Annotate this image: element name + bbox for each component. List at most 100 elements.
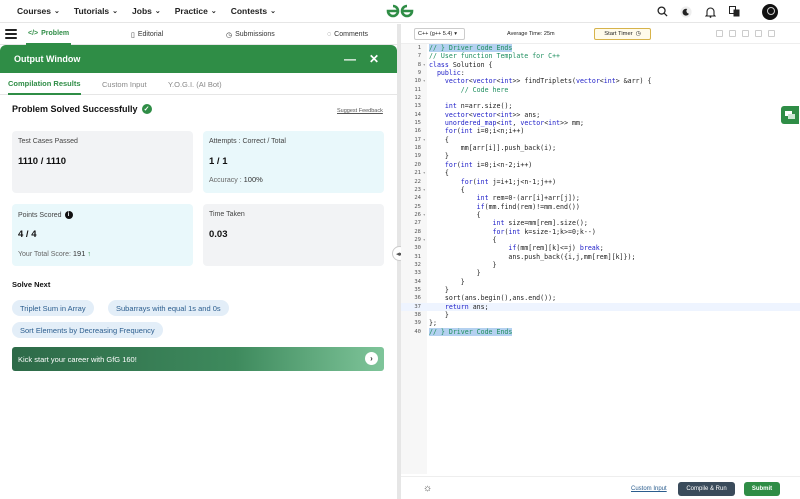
code-line[interactable]: 32 } — [401, 261, 800, 269]
code-text: if(mm[rem][k]<=j) break; — [508, 244, 604, 253]
banner-text: Kick start your career with GfG 160! — [18, 354, 137, 364]
code-line[interactable]: 33 } — [401, 269, 800, 277]
code-line[interactable]: 27 int size=mm[rem].size(); — [401, 219, 800, 227]
line-number: 10 — [414, 78, 421, 85]
chevron-right-icon[interactable]: › — [365, 352, 378, 365]
code-text: { — [429, 135, 449, 144]
tab-compilation-results[interactable]: Compilation Results — [8, 73, 81, 95]
code-line[interactable]: 40 // } Driver Code Ends — [401, 327, 800, 336]
chat-icon[interactable] — [781, 106, 799, 124]
suggestion-pill[interactable]: Triplet Sum in Array — [12, 300, 94, 316]
code-line[interactable]: 37 return ans; — [401, 302, 800, 311]
submit-button[interactable]: Submit — [744, 482, 780, 496]
card-label: Test Cases Passed — [18, 138, 78, 145]
search-icon[interactable] — [656, 6, 668, 18]
code-line[interactable]: 11 // Code here — [401, 86, 800, 94]
code-line[interactable]: 38 } — [401, 311, 800, 319]
code-line[interactable]: 29 ▾ { — [401, 236, 800, 244]
menu-tutorials[interactable]: Tutorials ⌄ — [74, 6, 118, 16]
code-line[interactable]: 17 ▾ { — [401, 136, 800, 144]
tab-yogi-ai-bot[interactable]: Y.O.G.I. (AI Bot) — [168, 73, 222, 95]
code-line[interactable]: 13 int n=arr.size(); — [401, 102, 800, 110]
output-tabs: Compilation Results Custom Input Y.O.G.I… — [0, 73, 397, 95]
suggestion-pill[interactable]: Sort Elements by Decreasing Frequency — [12, 322, 163, 338]
suggest-feedback-link[interactable]: Suggest Feedback — [337, 108, 383, 114]
fold-chevron-icon[interactable]: ▾ — [423, 186, 425, 194]
code-editor: C++ (g++ 5.4) ▾ Average Time: 25m Start T… — [401, 24, 800, 499]
bell-icon[interactable] — [704, 6, 716, 18]
code-line[interactable]: 18 mm[arr[i]].push_back(i); — [401, 144, 800, 152]
tab-submissions[interactable]: ◷ Submissions — [226, 24, 275, 45]
code-line[interactable]: 25 if(mm.find(rem)!=mm.end()) — [401, 203, 800, 211]
translate-icon[interactable] — [728, 6, 740, 18]
lightbulb-icon[interactable]: ☼ — [423, 483, 432, 494]
language-select[interactable]: C++ (g++ 5.4) ▾ — [414, 28, 465, 40]
code-text: // } Driver Code Ends — [429, 327, 513, 336]
code-line[interactable]: 12 — [401, 94, 800, 102]
code-line[interactable]: 7 // User function Template for C++ — [401, 52, 800, 60]
fold-chevron-icon[interactable]: ▾ — [423, 61, 425, 69]
custom-input-link[interactable]: Custom Input — [631, 486, 667, 492]
code-line[interactable]: 10 ▾ vector<vector<int>> findTriplets(vec… — [401, 77, 800, 85]
avatar[interactable] — [762, 3, 778, 20]
code-line[interactable]: 1 // } Driver Code Ends — [401, 44, 800, 52]
code-text: { — [429, 185, 465, 194]
code-text: }; — [429, 319, 437, 328]
menu-courses[interactable]: Courses ⌄ — [17, 6, 60, 16]
code-text: } — [429, 269, 481, 278]
menu-contests[interactable]: Contests ⌄ — [231, 6, 276, 16]
settings-icon[interactable] — [742, 30, 749, 37]
code-line[interactable]: 39}; — [401, 319, 800, 327]
code-line[interactable]: 14 vector<vector<int>> ans; — [401, 111, 800, 119]
menu-practice[interactable]: Practice ⌄ — [175, 6, 217, 16]
code-line[interactable]: 22 for(int j=i+1;j<n-1;j++) — [401, 178, 800, 186]
code-line[interactable]: 30 if(mm[rem][k]<=j) break; — [401, 244, 800, 252]
code-area[interactable]: 1 // } Driver Code Ends 7 // User function … — [401, 44, 800, 336]
code-line[interactable]: 15 unordered_map<int, vector<int>> mm; — [401, 119, 800, 127]
code-line[interactable]: 36 sort(ans.begin(),ans.end()); — [401, 294, 800, 302]
chevron-down-icon: ⌄ — [154, 8, 161, 15]
tab-custom-input[interactable]: Custom Input — [102, 73, 147, 95]
code-line[interactable]: 19 } — [401, 152, 800, 160]
code-line[interactable]: 35 } — [401, 286, 800, 294]
tab-editorial[interactable]: ▯ Editorial — [131, 24, 163, 45]
code-line[interactable]: 26 ▾ { — [401, 211, 800, 219]
tab-comments[interactable]: ◌ Comments — [327, 24, 368, 45]
code-line[interactable]: 21 ▾ { — [401, 169, 800, 177]
start-timer-button[interactable]: Start Timer ◷ — [594, 28, 651, 40]
gfg-logo[interactable] — [384, 2, 416, 20]
code-line[interactable]: 16 for(int i=0;i<n;i++) — [401, 127, 800, 135]
hamburger-menu-icon[interactable] — [5, 29, 17, 39]
reset-icon[interactable] — [729, 30, 736, 37]
fold-chevron-icon[interactable]: ▾ — [423, 169, 425, 177]
tab-problem[interactable]: </> Problem — [26, 24, 72, 45]
fullscreen-icon[interactable] — [768, 30, 775, 37]
fold-chevron-icon[interactable]: ▾ — [423, 236, 425, 244]
menu-jobs[interactable]: Jobs ⌄ — [132, 6, 161, 16]
code-line[interactable]: 24 int rem=0-(arr[i]+arr[j]); — [401, 194, 800, 202]
refresh-icon[interactable] — [755, 30, 762, 37]
copy-icon[interactable] — [716, 30, 723, 37]
chevron-down-icon: ⌄ — [270, 8, 276, 15]
line-number: 17 — [414, 136, 421, 143]
menu-label: Jobs — [132, 6, 152, 16]
line-number: 21 — [414, 170, 421, 177]
minimize-icon[interactable]: — — [344, 53, 356, 65]
gfg160-banner[interactable]: Kick start your career with GfG 160! › — [12, 347, 384, 371]
code-line[interactable]: 9 public: — [401, 69, 800, 77]
code-text: int n=arr.size(); — [444, 102, 513, 111]
info-icon[interactable]: i — [64, 211, 73, 219]
code-line[interactable]: 31 ans.push_back({i,j,mm[rem][k]}); — [401, 253, 800, 261]
dark-mode-icon[interactable] — [680, 5, 692, 18]
code-line[interactable]: 23 ▾ { — [401, 186, 800, 194]
code-line[interactable]: 28 for(int k=size-1;k>=0;k--) — [401, 228, 800, 236]
compile-run-button[interactable]: Compile & Run — [678, 482, 735, 496]
fold-chevron-icon[interactable]: ▾ — [423, 77, 425, 85]
fold-chevron-icon[interactable]: ▾ — [423, 136, 425, 144]
fold-chevron-icon[interactable]: ▾ — [423, 211, 425, 219]
code-line[interactable]: 20 for(int i=0;i<n-2;i++) — [401, 161, 800, 169]
code-line[interactable]: 8 ▾ class Solution { — [401, 61, 800, 69]
code-line[interactable]: 34 } — [401, 278, 800, 286]
suggestion-pill[interactable]: Subarrays with equal 1s and 0s — [108, 300, 229, 316]
close-icon[interactable]: ✕ — [369, 53, 379, 65]
